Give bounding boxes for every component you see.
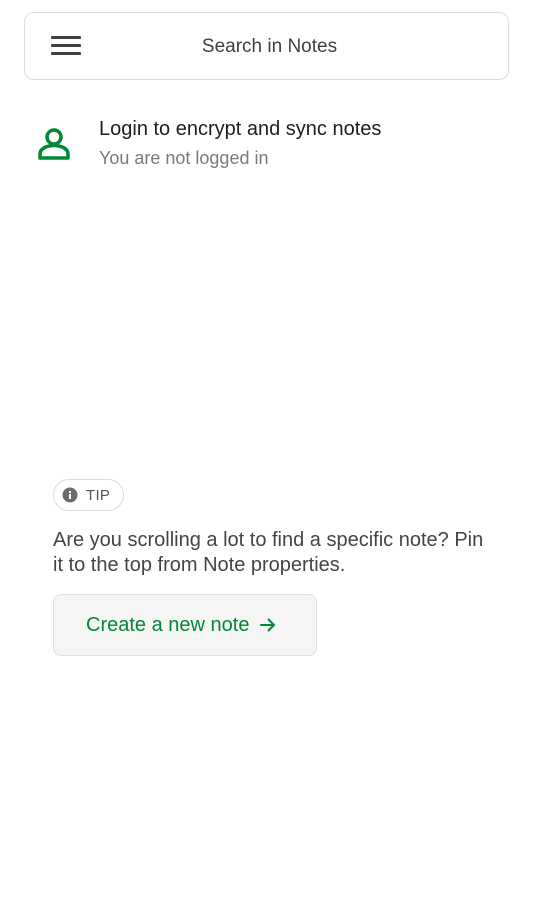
tip-badge: TIP [53, 479, 125, 511]
tip-label: TIP [86, 486, 111, 504]
menu-icon[interactable] [51, 36, 83, 58]
search-bar [24, 12, 509, 81]
info-icon [62, 487, 78, 503]
tip-text: Are you scrolling a lot to find a specif… [53, 529, 484, 576]
create-note-button[interactable]: Create a new note [53, 594, 317, 656]
user-icon [38, 128, 70, 160]
create-note-label: Create a new note [86, 613, 250, 636]
arrow-right-icon [260, 618, 276, 632]
search-input[interactable] [95, 13, 444, 81]
login-title: Login to encrypt and sync notes [99, 118, 382, 140]
login-status: You are not logged in [99, 148, 269, 168]
login-prompt[interactable]: Login to encrypt and sync notes You are … [36, 114, 496, 176]
